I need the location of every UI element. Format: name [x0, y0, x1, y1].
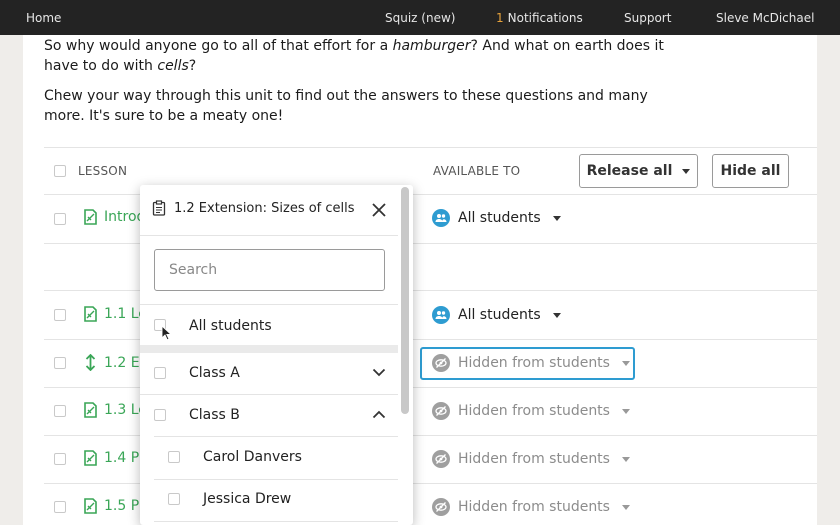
intro-paragraph-1: So why would anyone go to all of that ef…: [44, 38, 664, 74]
row-checkbox[interactable]: [54, 357, 66, 369]
students-group-icon: [432, 209, 450, 227]
chevron-down-icon[interactable]: [372, 368, 386, 377]
intro-paragraph-2: Chew your way through this unit to find …: [44, 88, 648, 124]
option-student[interactable]: Jessica Drew: [140, 491, 398, 513]
lesson-document-icon: [84, 209, 97, 225]
drag-handle-icon[interactable]: [83, 354, 98, 371]
student-checkbox[interactable]: [168, 451, 180, 463]
availability-dropdown[interactable]: All students: [432, 306, 561, 324]
option-label: All students: [189, 318, 272, 334]
availability-dropdown[interactable]: All students: [432, 209, 561, 227]
option-label: Jessica Drew: [203, 491, 292, 507]
option-class-b[interactable]: Class B: [140, 407, 398, 429]
chevron-down-icon: [552, 312, 561, 318]
lesson-document-icon: [84, 402, 97, 418]
availability-label: Hidden from students: [458, 499, 610, 515]
chevron-down-icon: [682, 168, 691, 174]
lesson-link[interactable]: 1.4 Pr: [83, 450, 145, 466]
divider: [140, 304, 398, 305]
lesson-link[interactable]: 1.1 Le: [83, 306, 147, 322]
release-all-label: Release all: [586, 163, 673, 179]
chevron-down-icon: [621, 360, 630, 366]
chevron-down-icon: [621, 408, 630, 414]
class-a-checkbox[interactable]: [154, 367, 166, 379]
nav-squiz[interactable]: Squiz (new): [385, 11, 455, 25]
class-b-checkbox[interactable]: [154, 409, 166, 421]
eye-slash-icon: [432, 450, 450, 468]
availability-label: All students: [458, 210, 541, 226]
divider: [44, 147, 817, 148]
chevron-down-icon: [621, 456, 630, 462]
lesson-document-icon: [84, 450, 97, 466]
column-header-available-to: AVAILABLE TO: [433, 164, 521, 178]
nav-notifications-label: Notifications: [507, 11, 583, 25]
divider: [140, 235, 398, 236]
close-icon[interactable]: [370, 201, 388, 219]
divider: [154, 521, 398, 522]
lesson-document-icon: [84, 498, 97, 514]
clipboard-icon: [152, 200, 166, 216]
row-checkbox[interactable]: [54, 501, 66, 513]
option-label: Class B: [189, 407, 240, 423]
top-nav-bar: Home Squiz (new) 1 Notifications Support …: [0, 0, 840, 35]
column-header-lesson: LESSON: [78, 164, 128, 178]
nav-user-menu[interactable]: Sleve McDichael: [716, 11, 814, 25]
row-checkbox[interactable]: [54, 453, 66, 465]
chevron-up-icon[interactable]: [372, 410, 386, 419]
mouse-cursor-icon: [161, 325, 172, 341]
popup-scrollbar[interactable]: [401, 187, 409, 414]
nav-notifications[interactable]: 1 Notifications: [496, 11, 583, 25]
lesson-title: 1.5 Pr: [104, 498, 145, 514]
hide-all-label: Hide all: [720, 163, 781, 179]
search-input[interactable]: [154, 249, 385, 291]
nav-support[interactable]: Support: [624, 11, 671, 25]
availability-label: Hidden from students: [458, 403, 610, 419]
option-label: Carol Danvers: [203, 449, 302, 465]
option-label: Class A: [189, 365, 240, 381]
popup-title: 1.2 Extension: Sizes of cells: [152, 200, 355, 216]
section-divider: [140, 345, 398, 353]
lesson-link[interactable]: Introd: [83, 209, 145, 225]
option-class-a[interactable]: Class A: [140, 365, 398, 387]
availability-dropdown[interactable]: Hidden from students: [432, 402, 630, 420]
row-checkbox[interactable]: [54, 213, 66, 225]
row-checkbox[interactable]: [54, 309, 66, 321]
option-all-students[interactable]: All students: [140, 318, 398, 339]
select-all-checkbox[interactable]: [54, 165, 66, 177]
lesson-link[interactable]: 1.3 Le: [83, 402, 147, 418]
nav-home[interactable]: Home: [26, 11, 61, 25]
chevron-down-icon: [552, 215, 561, 221]
popup-title-text: 1.2 Extension: Sizes of cells: [174, 200, 355, 216]
availability-dropdown[interactable]: Hidden from students: [432, 354, 630, 372]
eye-slash-icon: [432, 402, 450, 420]
lesson-document-icon: [84, 306, 97, 322]
divider: [154, 479, 398, 480]
availability-popup: 1.2 Extension: Sizes of cells All studen…: [140, 185, 413, 525]
availability-label: Hidden from students: [458, 355, 610, 371]
hide-all-button[interactable]: Hide all: [712, 154, 789, 188]
lesson-link[interactable]: 1.2 Ex: [83, 354, 148, 371]
availability-label: Hidden from students: [458, 451, 610, 467]
eye-slash-icon: [432, 498, 450, 516]
lesson-link[interactable]: 1.5 Pr: [83, 498, 145, 514]
students-group-icon: [432, 306, 450, 324]
notification-count-badge: 1: [496, 11, 504, 25]
release-all-button[interactable]: Release all: [579, 154, 698, 188]
eye-slash-icon: [432, 354, 450, 372]
option-student[interactable]: Carol Danvers: [140, 449, 398, 471]
divider: [140, 394, 398, 395]
availability-dropdown[interactable]: Hidden from students: [432, 450, 630, 468]
student-checkbox[interactable]: [168, 493, 180, 505]
divider: [154, 436, 398, 437]
lesson-title: 1.4 Pr: [104, 450, 145, 466]
chevron-down-icon: [621, 504, 630, 510]
row-checkbox[interactable]: [54, 405, 66, 417]
availability-label: All students: [458, 307, 541, 323]
availability-dropdown[interactable]: Hidden from students: [432, 498, 630, 516]
